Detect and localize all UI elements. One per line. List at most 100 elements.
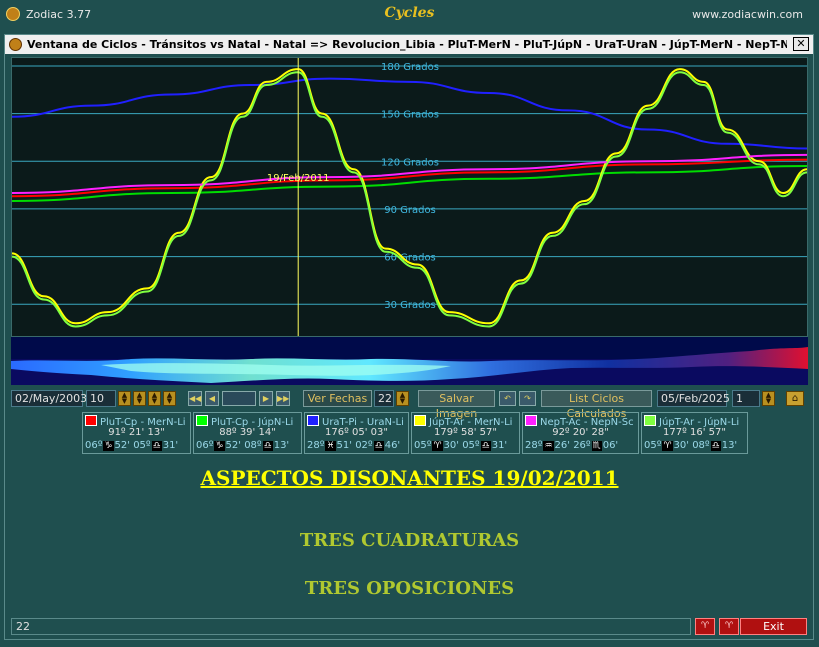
legend-left-degree: 06º: [85, 440, 103, 451]
first-button[interactable]: ◀◀: [188, 391, 202, 406]
legend-right-degree: 02º: [355, 440, 373, 451]
last-button[interactable]: ▶▶: [276, 391, 290, 406]
legend-right-degree: 05º: [462, 440, 480, 451]
legend-left-degree: 28º: [525, 440, 543, 451]
spinner-2[interactable]: ▲ ▼: [133, 391, 146, 406]
legend-swatch: [414, 415, 426, 426]
legend-angle: 91º 21' 13": [108, 427, 165, 438]
window-icon[interactable]: [9, 38, 22, 51]
legend-left-degree: 06º: [196, 440, 214, 451]
grid-label: 30 Grados: [384, 300, 436, 311]
list-cycles-button[interactable]: List Ciclos Calculados: [541, 390, 652, 420]
legend-minutes-1: 52': [114, 440, 130, 451]
series-line: [11, 68, 808, 325]
start-date-field[interactable]: 02/May/2003: [11, 390, 87, 407]
step-spinner[interactable]: ▲ ▼: [118, 391, 131, 406]
legend-positions: 28º ♒ 26' 26º ♏ 06': [525, 440, 618, 451]
legend-minutes-2: 13': [273, 440, 290, 451]
legend-minutes-2: 46': [384, 440, 401, 451]
legend-swatch: [644, 415, 656, 426]
zodiac-sign-icon: ♑: [214, 441, 225, 451]
zodiac-sign-icon: ♒: [543, 441, 554, 451]
home-icon[interactable]: ⌂: [786, 391, 804, 406]
legend-angle: 92º 20' 28": [552, 427, 609, 438]
zodiac-sign-icon: ♎: [710, 441, 721, 451]
zodiac-sign-icon: ♈: [662, 441, 673, 451]
legend-positions: 06º ♑ 52' 08º ♎ 13': [196, 440, 289, 451]
grid-label: 120 Grados: [381, 157, 439, 168]
legend-item[interactable]: JúpT-Ar - JúpN-Li 177º 16' 57" 05º ♈ 30' 08º…: [641, 412, 748, 454]
position-slider[interactable]: [222, 391, 256, 406]
chart-svg: 180 Grados 150 Grados 120 Grados 90 Grados 6…: [11, 58, 808, 336]
legend-minutes-1: 30': [443, 440, 459, 451]
legend-angle: 179º 58' 57": [434, 427, 497, 438]
spinner-4[interactable]: ▲ ▼: [163, 391, 176, 406]
end-value-spinner[interactable]: ▲ ▼: [762, 391, 775, 406]
ver-fechas-spinner[interactable]: ▲ ▼: [396, 391, 409, 406]
date-marker-label: 19/Feb/2011: [267, 173, 330, 184]
zodiac-sign-icon: ♎: [262, 441, 273, 451]
grid-label: 60 Grados: [384, 253, 436, 264]
legend-positions: 28º ♓ 51' 02º ♎ 46': [307, 440, 400, 451]
ver-fechas-value[interactable]: 22: [374, 390, 394, 407]
legend-swatch: [525, 415, 537, 426]
legend-minutes-2: 13': [721, 440, 738, 451]
close-button[interactable]: ✕: [793, 37, 809, 51]
legend-angle: 177º 16' 57": [663, 427, 726, 438]
legend-minutes-1: 26': [554, 440, 570, 451]
grid-label: 180 Grados: [381, 62, 439, 73]
window-title: Ventana de Ciclos - Tránsitos vs Natal -…: [27, 38, 787, 51]
ver-fechas-button[interactable]: Ver Fechas: [303, 390, 372, 407]
status-button-2[interactable]: ♈: [719, 618, 739, 635]
legend-right-degree: 26º: [573, 440, 591, 451]
legend-right-degree: 08º: [244, 440, 262, 451]
spinner-3[interactable]: ▲ ▼: [148, 391, 161, 406]
website-link[interactable]: www.zodiacwin.com: [692, 8, 803, 21]
status-button-1[interactable]: ♈: [695, 618, 715, 635]
legend-right-degree: 05º: [133, 440, 151, 451]
prev-button[interactable]: ◀: [205, 391, 219, 406]
series-line: [11, 165, 808, 202]
aspect-line-1: TRES CUADRATURAS: [299, 530, 520, 551]
legend-item[interactable]: NepT-Ac - NepN-Sc 92º 20' 28" 28º ♒ 26' 26º ♏…: [522, 412, 639, 454]
zodiac-sign-icon: ♎: [373, 441, 384, 451]
legend-item[interactable]: UraT-Pi - UraN-Li 176º 05' 03" 28º ♓ 51' 02º…: [304, 412, 409, 454]
legend-minutes-2: 31': [491, 440, 508, 451]
zodiac-sign-icon: ♈: [432, 441, 443, 451]
zodiac-sign-icon: ♎: [480, 441, 491, 451]
end-date-field[interactable]: 05/Feb/2025: [657, 390, 730, 407]
legend-item[interactable]: JúpT-Ar - MerN-Li 179º 58' 57" 05º ♈ 30' 05º…: [411, 412, 520, 454]
aspects-heading: ASPECTOS DISONANTES 19/02/2011: [200, 466, 619, 490]
legend-left-degree: 28º: [307, 440, 325, 451]
zodiac-sign-icon: ♏: [591, 441, 602, 451]
legend-minutes-2: 31': [162, 440, 179, 451]
step-field[interactable]: 10: [86, 390, 116, 407]
legend-positions: 05º ♈ 30' 08º ♎ 13': [644, 440, 737, 451]
redo-icon[interactable]: ↷: [519, 391, 536, 406]
next-button[interactable]: ▶: [259, 391, 273, 406]
exit-button[interactable]: Exit: [740, 618, 807, 635]
legend-minutes-2: 06': [602, 440, 619, 451]
legend-swatch: [196, 415, 208, 426]
legend-swatch: [307, 415, 319, 426]
legend-minutes-1: 51': [336, 440, 352, 451]
legend-minutes-1: 52': [225, 440, 241, 451]
legend-swatch: [85, 415, 97, 426]
legend-positions: 05º ♈ 30' 05º ♎ 31': [414, 440, 507, 451]
legend-item[interactable]: PluT-Cp - JúpN-Li 88º 39' 14" 06º ♑ 52' 08º ♎…: [193, 412, 302, 454]
legend-left-degree: 05º: [644, 440, 662, 451]
status-bar: 22: [11, 618, 691, 635]
undo-icon[interactable]: ↶: [499, 391, 516, 406]
legend-right-degree: 08º: [692, 440, 710, 451]
cycles-chart[interactable]: 180 Grados 150 Grados 120 Grados 90 Grados 6…: [11, 57, 808, 337]
legend-item[interactable]: PluT-Cp - MerN-Li 91º 21' 13" 06º ♑ 52' 05º ♎…: [82, 412, 191, 454]
legend-positions: 06º ♑ 52' 05º ♎ 31': [85, 440, 178, 451]
legend-angle: 176º 05' 03": [325, 427, 388, 438]
zodiac-sign-icon: ♎: [151, 441, 162, 451]
zodiac-sign-icon: ♓: [325, 441, 336, 451]
legend-left-degree: 05º: [414, 440, 432, 451]
save-image-button[interactable]: Salvar Imagen: [418, 390, 495, 420]
legend-minutes-1: 30': [673, 440, 689, 451]
grid-label: 150 Grados: [381, 110, 439, 121]
end-value-field[interactable]: 1: [732, 390, 760, 407]
